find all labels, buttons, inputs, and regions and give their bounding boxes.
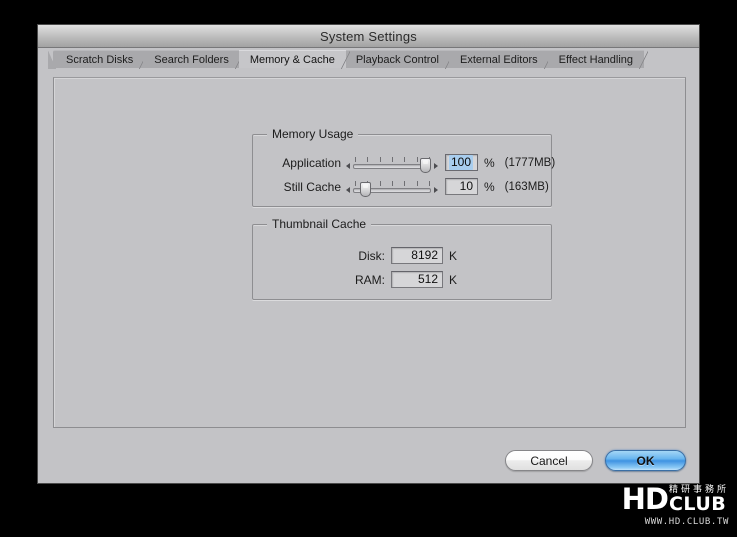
still-cache-memory-unit: % <box>484 179 495 194</box>
tab-label: Memory & Cache <box>249 54 335 66</box>
still-cache-label: Still Cache <box>283 179 341 194</box>
tab-label: Effect Handling <box>558 54 634 66</box>
application-label: Application <box>282 155 341 170</box>
watermark-club-text: CLUB <box>668 493 727 515</box>
thumbnail-cache-group: Thumbnail Cache Disk: 8192 K RAM: 512 K <box>252 217 552 300</box>
screen: System Settings Scratch Disks Search Fold… <box>0 0 737 537</box>
thumbnail-disk-label: Disk: <box>358 248 385 263</box>
memory-usage-group: Memory Usage Application 100 % (1777MB) … <box>252 127 556 207</box>
application-memory-unit: % <box>484 155 495 170</box>
application-memory-row: Application 100 % (1777MB) <box>259 153 556 173</box>
slider-thumb[interactable] <box>359 182 371 197</box>
slider-decrease-arrow-icon[interactable] <box>346 187 350 193</box>
thumbnail-disk-row: Disk: 8192 K <box>259 246 457 265</box>
still-cache-memory-input[interactable]: 10 <box>445 178 478 195</box>
slider-ticks <box>355 157 430 163</box>
slider-increase-arrow-icon[interactable] <box>434 163 438 169</box>
application-memory-note: (1777MB) <box>504 156 556 169</box>
system-settings-window: System Settings Scratch Disks Search Fold… <box>37 24 700 484</box>
still-cache-memory-row: Still Cache 10 % (163MB) <box>259 177 549 197</box>
tab-label: Playback Control <box>355 54 439 66</box>
thumbnail-cache-legend: Thumbnail Cache <box>267 217 372 231</box>
window-titlebar[interactable]: System Settings <box>38 25 699 48</box>
memory-usage-legend: Memory Usage <box>267 127 359 141</box>
window-title: System Settings <box>320 28 417 44</box>
application-memory-slider[interactable] <box>346 153 438 173</box>
settings-panel: Memory Usage Application 100 % (1777MB) … <box>53 77 686 428</box>
thumbnail-ram-input[interactable]: 512 <box>391 271 443 288</box>
still-cache-memory-slider[interactable] <box>346 177 438 197</box>
ok-button-label: OK <box>636 453 655 468</box>
thumbnail-disk-value: 8192 <box>411 248 438 262</box>
thumbnail-ram-row: RAM: 512 K <box>259 270 457 289</box>
thumbnail-ram-unit: K <box>449 272 458 287</box>
tab-bar: Scratch Disks Search Folders Memory & Cach… <box>38 47 699 69</box>
watermark-hd-text: HD <box>621 482 669 516</box>
thumbnail-ram-label: RAM: <box>355 272 385 287</box>
tab-list: Scratch Disks Search Folders Memory & Cach… <box>47 48 649 69</box>
tab-label: External Editors <box>459 54 538 66</box>
thumbnail-disk-input[interactable]: 8192 <box>391 247 443 264</box>
tab-external-editors[interactable]: External Editors <box>448 50 553 69</box>
watermark-right-block: 精研事務所 CLUB <box>669 485 729 514</box>
tab-effect-handling[interactable]: Effect Handling <box>547 50 649 69</box>
tab-scratch-disks[interactable]: Scratch Disks <box>47 50 149 69</box>
application-memory-input[interactable]: 100 <box>445 154 478 171</box>
slider-increase-arrow-icon[interactable] <box>434 187 438 193</box>
ok-button[interactable]: OK <box>605 450 686 471</box>
cancel-button-label: Cancel <box>530 453 568 468</box>
tab-label: Search Folders <box>154 54 229 66</box>
tab-playback-control[interactable]: Playback Control <box>344 50 455 69</box>
slider-thumb[interactable] <box>420 158 431 173</box>
still-cache-memory-note: (163MB) <box>504 180 549 193</box>
watermark-url: WWW.HD.CLUB.TW <box>644 517 729 527</box>
thumbnail-ram-value: 512 <box>417 272 438 286</box>
hdclub-watermark: HD 精研事務所 CLUB WWW.HD.CLUB.TW <box>571 485 729 531</box>
watermark-logo: HD 精研事務所 CLUB <box>571 485 729 514</box>
cancel-button[interactable]: Cancel <box>505 450 593 471</box>
tab-search-folders[interactable]: Search Folders <box>143 50 244 69</box>
still-cache-memory-value: 10 <box>459 179 473 193</box>
tab-label: Scratch Disks <box>66 54 134 66</box>
slider-decrease-arrow-icon[interactable] <box>346 163 350 169</box>
thumbnail-disk-unit: K <box>449 248 458 263</box>
tab-memory-cache[interactable]: Memory & Cache <box>238 50 350 69</box>
application-memory-value: 100 <box>448 155 473 170</box>
